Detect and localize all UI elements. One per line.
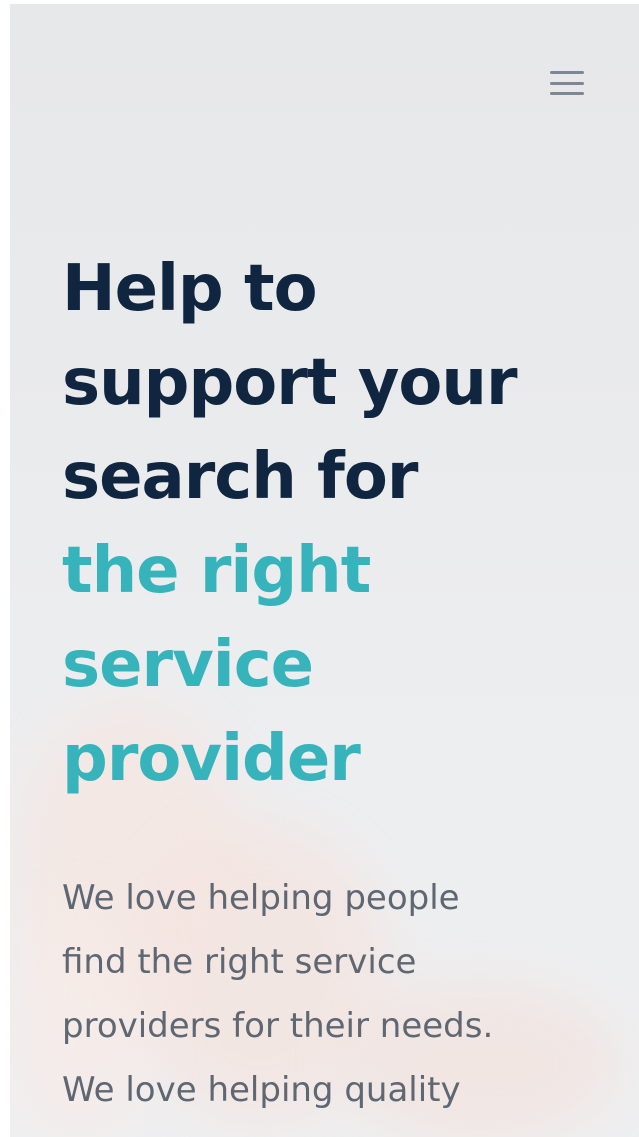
headline-accent-line: service [62,628,314,702]
headline-line: Help to [62,252,318,326]
headline-accent-line: the right [62,534,371,608]
headline-accent-line: provider [62,722,361,796]
description-line: We love helping people [62,878,460,918]
hero-section: Help to support your search for the righ… [10,4,639,1137]
hero-description: We love helping people find the right se… [62,866,622,1122]
description-line: We love helping quality [62,1070,461,1110]
page: Help to support your search for the righ… [0,0,639,1137]
menu-icon-bar [550,71,584,74]
description-line: providers for their needs. [62,1006,494,1046]
headline-line: support your [62,346,518,420]
hamburger-menu-icon [550,71,584,95]
headline-line: search for [62,440,418,514]
hero-headline: Help to support your search for the righ… [62,242,622,806]
menu-icon-bar [550,92,584,95]
menu-button[interactable] [549,66,585,100]
menu-icon-bar [550,81,584,85]
description-line: find the right service [62,942,417,982]
